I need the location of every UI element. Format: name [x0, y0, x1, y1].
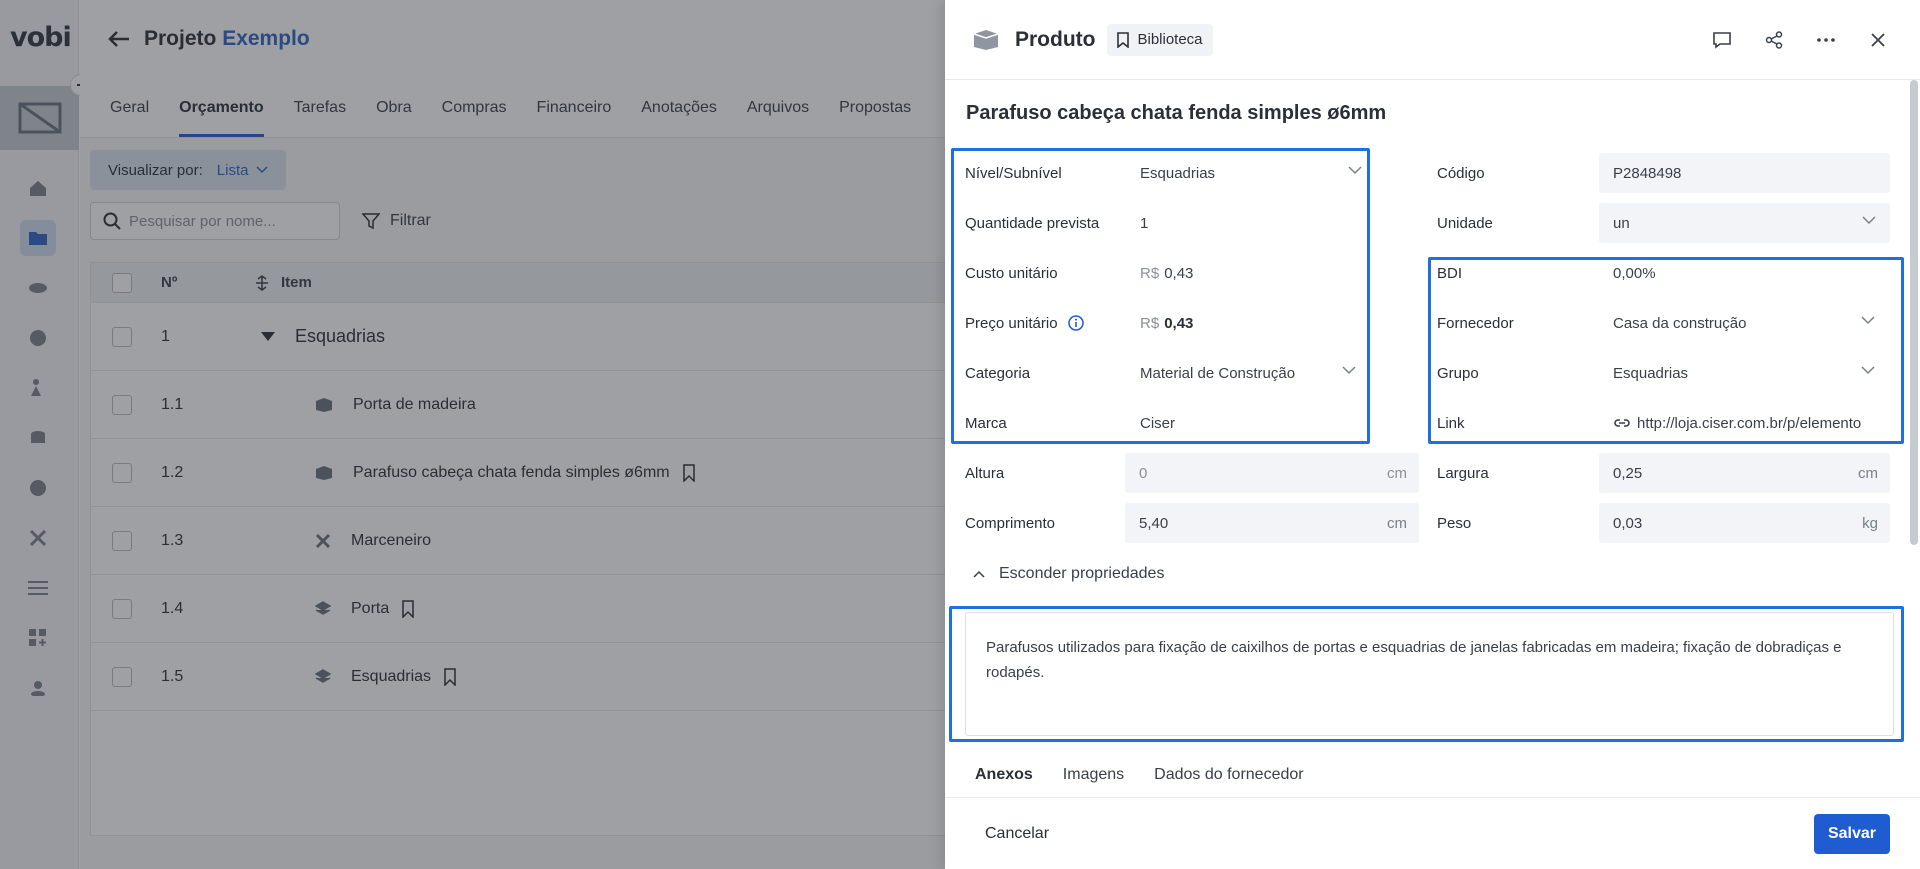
cancel-button[interactable]: Cancelar: [985, 825, 1049, 843]
drawer-scrollbar[interactable]: [1910, 80, 1918, 545]
drawer-header: Produto Biblioteca: [945, 0, 1920, 80]
field-altura-label: Altura: [965, 464, 1005, 482]
description-text: Parafusos utilizados para fixação de cai…: [986, 639, 1842, 681]
highlight-box-left: [951, 148, 1370, 444]
more-options-icon[interactable]: [1812, 26, 1840, 54]
drawer-actions: [1708, 26, 1892, 54]
tab-anexos[interactable]: Anexos: [975, 766, 1033, 784]
tab-imagens[interactable]: Imagens: [1063, 766, 1124, 784]
share-icon[interactable]: [1760, 26, 1788, 54]
product-title: Parafuso cabeça chata fenda simples ø6mm: [966, 102, 1387, 124]
bookmark-icon: [1117, 31, 1130, 48]
altura-value: 0: [1139, 464, 1148, 482]
description-textarea[interactable]: Parafusos utilizados para fixação de cai…: [965, 612, 1894, 736]
chevron-down-icon: [1862, 216, 1876, 225]
drawer-body: Parafuso cabeça chata fenda simples ø6mm…: [945, 80, 1920, 797]
highlight-box-right: [1428, 257, 1904, 444]
drawer-footer: Cancelar Salvar: [945, 797, 1920, 869]
altura-input[interactable]: 0 cm: [1125, 453, 1419, 493]
field-unidade-label: Unidade: [1437, 214, 1493, 232]
comprimento-unit: cm: [1387, 514, 1407, 532]
field-comprimento-label: Comprimento: [965, 514, 1056, 532]
library-badge[interactable]: Biblioteca: [1107, 23, 1213, 56]
chevron-up-icon: [973, 570, 985, 578]
codigo-value: P2848498: [1613, 164, 1682, 182]
tab-dados-fornecedor[interactable]: Dados do fornecedor: [1154, 766, 1303, 784]
largura-value: 0,25: [1613, 464, 1643, 482]
peso-unit: kg: [1862, 514, 1878, 532]
product-drawer: Produto Biblioteca Parafuso cabeça chata…: [945, 0, 1920, 869]
altura-unit: cm: [1387, 464, 1407, 482]
field-peso-label: Peso: [1437, 514, 1472, 532]
drawer-type-label: Produto: [1015, 27, 1096, 51]
largura-input[interactable]: 0,25 cm: [1599, 453, 1890, 493]
save-button[interactable]: Salvar: [1813, 813, 1890, 854]
close-icon[interactable]: [1864, 26, 1892, 54]
comprimento-value: 5,40: [1139, 514, 1169, 532]
unidade-value: un: [1613, 214, 1630, 232]
toggle-properties-label: Esconder propriedades: [999, 565, 1165, 582]
modal-backdrop[interactable]: [0, 0, 945, 869]
product-box-icon: [973, 29, 999, 50]
drawer-subtabs: Anexos Imagens Dados do fornecedor: [975, 766, 1304, 784]
comprimento-input[interactable]: 5,40 cm: [1125, 503, 1419, 543]
library-label: Biblioteca: [1137, 31, 1203, 48]
peso-value: 0,03: [1613, 514, 1643, 532]
toggle-properties-button[interactable]: Esconder propriedades: [973, 565, 1164, 583]
codigo-input[interactable]: P2848498: [1599, 153, 1890, 193]
field-codigo-label: Código: [1437, 164, 1485, 182]
field-largura-label: Largura: [1437, 464, 1489, 482]
peso-input[interactable]: 0,03 kg: [1599, 503, 1890, 543]
largura-unit: cm: [1858, 464, 1878, 482]
unidade-select[interactable]: un: [1599, 203, 1890, 243]
comment-icon[interactable]: [1708, 26, 1736, 54]
